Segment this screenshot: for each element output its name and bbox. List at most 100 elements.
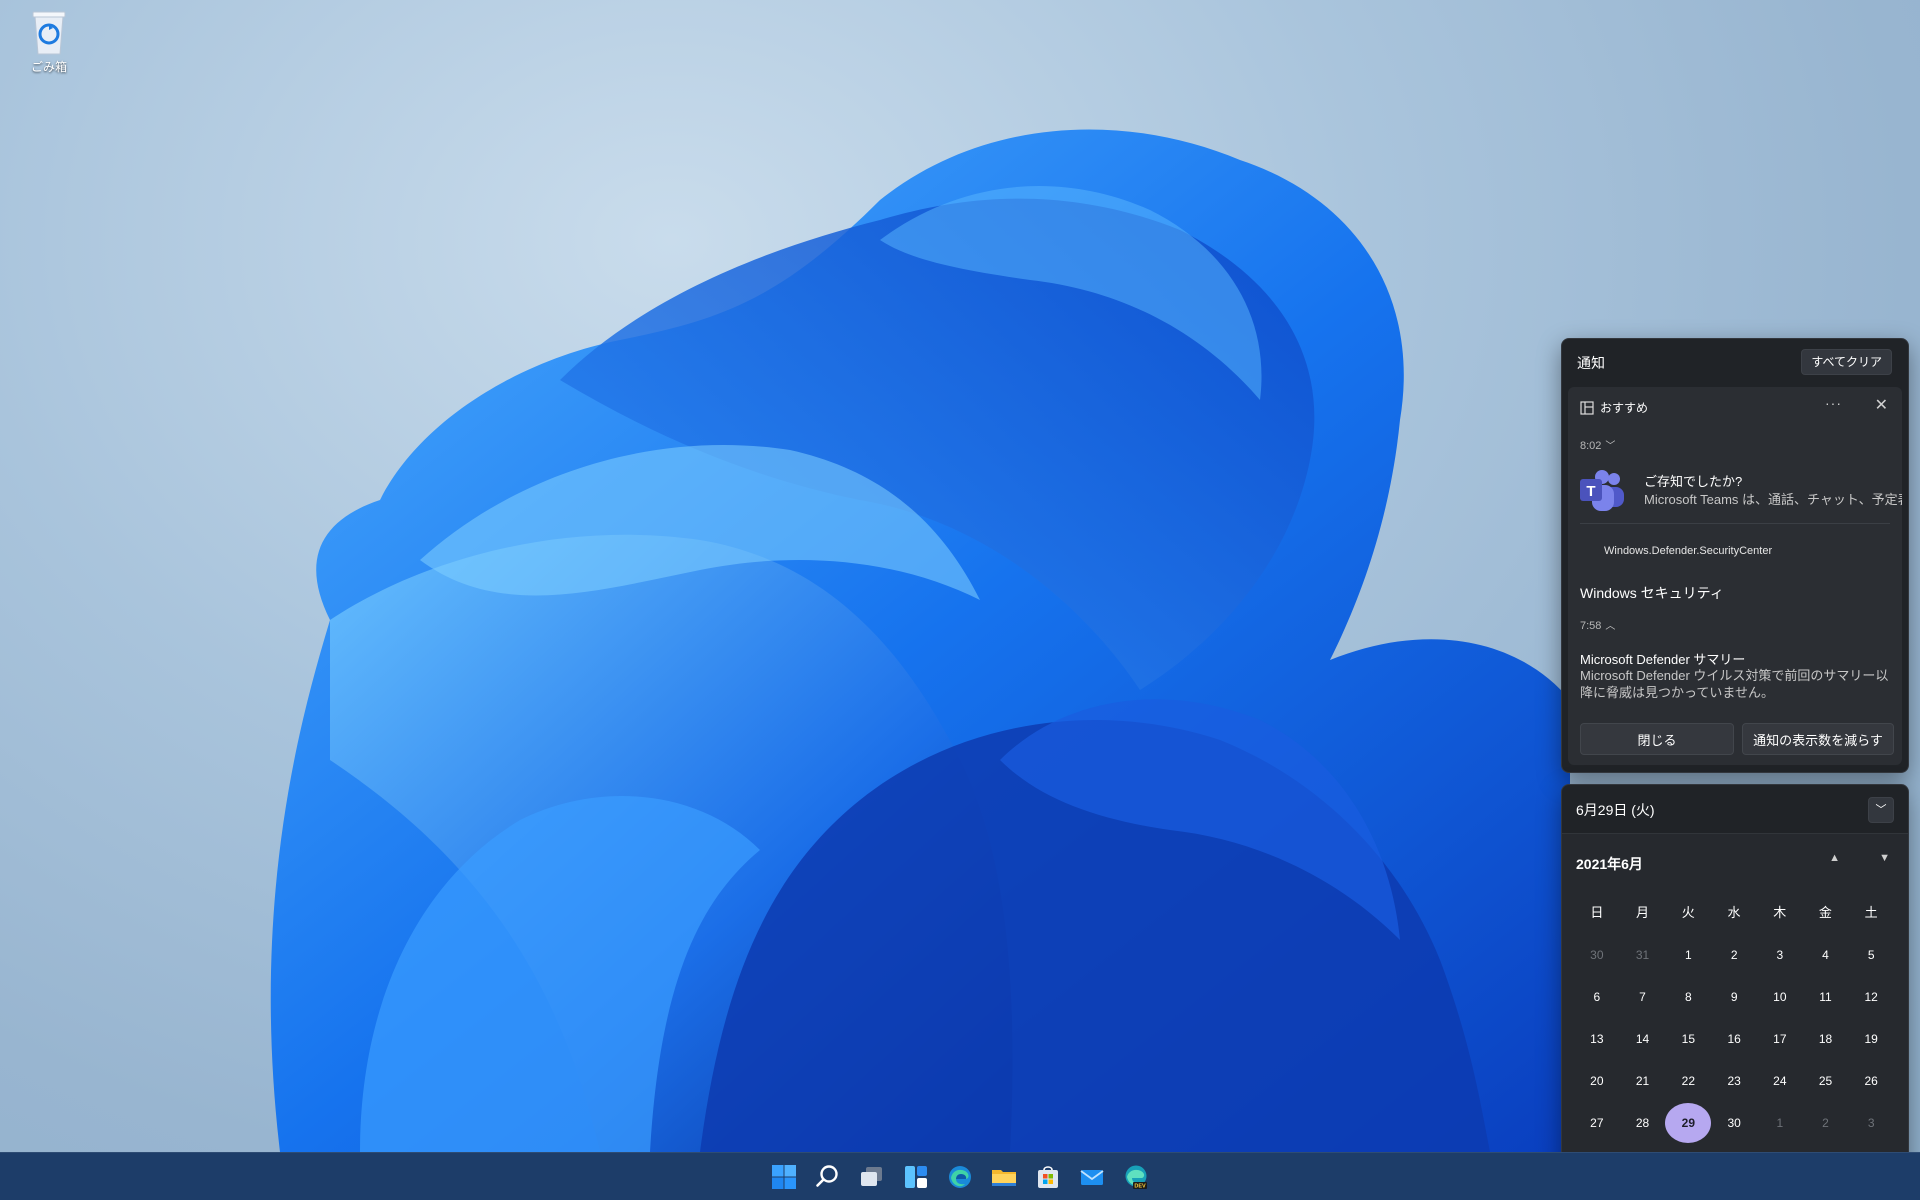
- calendar-body: 2021年6月 ▲ ▼ 日月火水木金土 30 31 1 2 3 4 5 6 7 8 9 10 11 12 1…: [1562, 834, 1908, 1200]
- recycle-bin-icon: [32, 11, 66, 55]
- calendar-day[interactable]: 4: [1803, 934, 1849, 976]
- widgets-button[interactable]: [896, 1157, 936, 1197]
- calendar-day-grid: 30 31 1 2 3 4 5 6 7 8 9 10 11 12 13 14 15 16 17 18 19 20 21 22 2…: [1574, 934, 1894, 1186]
- task-view-icon: [861, 1167, 882, 1186]
- calendar-day[interactable]: 3: [1848, 1102, 1894, 1144]
- widgets-icon: [905, 1166, 927, 1188]
- calendar-day[interactable]: 24: [1757, 1060, 1803, 1102]
- task-view-button[interactable]: [852, 1157, 892, 1197]
- calendar-day[interactable]: 18: [1803, 1018, 1849, 1060]
- search-button[interactable]: [808, 1157, 848, 1197]
- calendar-day[interactable]: 6: [1574, 976, 1620, 1018]
- calendar-day[interactable]: 14: [1620, 1018, 1666, 1060]
- group-label: おすすめ: [1600, 401, 1649, 415]
- calendar-day[interactable]: 16: [1711, 1018, 1757, 1060]
- calendar-day[interactable]: 2: [1803, 1102, 1849, 1144]
- divider: [1580, 523, 1890, 524]
- dismiss-button[interactable]: 閉じる: [1580, 723, 1734, 755]
- edge-dev-button[interactable]: DEV: [1116, 1157, 1156, 1197]
- calendar-day[interactable]: 27: [1574, 1102, 1620, 1144]
- calendar-day[interactable]: 2: [1711, 934, 1757, 976]
- folder-icon: [992, 1170, 1016, 1186]
- mail-button[interactable]: [1072, 1157, 1112, 1197]
- notification-2-title: Microsoft Defender サマリー: [1580, 652, 1746, 667]
- edge-dev-icon: DEV: [1125, 1165, 1147, 1190]
- teams-icon: T: [1580, 470, 1624, 511]
- clear-all-button[interactable]: すべてクリア: [1801, 349, 1892, 375]
- edge-button[interactable]: [940, 1157, 980, 1197]
- more-options-icon[interactable]: ···: [1825, 395, 1842, 411]
- calendar-day[interactable]: 1: [1757, 1102, 1803, 1144]
- calendar-day[interactable]: 8: [1665, 976, 1711, 1018]
- calendar-date-header: 6月29日 (火) ﹀: [1562, 785, 1908, 834]
- calendar-day[interactable]: 12: [1848, 976, 1894, 1018]
- svg-text:DEV: DEV: [1134, 1184, 1146, 1190]
- notification-time-1[interactable]: 8:02 ﹀: [1580, 437, 1615, 452]
- calendar-day[interactable]: 31: [1620, 934, 1666, 976]
- calendar-flyout: 6月29日 (火) ﹀ 2021年6月 ▲ ▼ 日月火水木金土 30 31 1 2 3 4…: [1561, 784, 1909, 1200]
- store-button[interactable]: [1028, 1157, 1068, 1197]
- chevron-down-icon: ﹀: [1875, 804, 1887, 816]
- file-explorer-button[interactable]: [984, 1157, 1024, 1197]
- notification-1-title: ご存知でしたか?: [1644, 474, 1743, 489]
- svg-text:T: T: [1586, 483, 1595, 500]
- calendar-day[interactable]: 15: [1665, 1018, 1711, 1060]
- notification-center: 通知 すべてクリア おすすめ ··· ✕ 8:02 ﹀ T ご存知でしたか? M…: [1561, 338, 1909, 773]
- notification-time-2[interactable]: 7:58 ︿: [1580, 617, 1615, 632]
- taskbar-apps: DEV: [764, 1157, 1156, 1197]
- search-icon: [816, 1165, 838, 1187]
- collapse-calendar-button[interactable]: ﹀: [1868, 797, 1894, 823]
- recycle-bin[interactable]: ごみ箱: [18, 6, 80, 75]
- weekday-label: 木: [1773, 905, 1787, 920]
- weekday-label: 月: [1636, 905, 1650, 920]
- weekday-label: 日: [1590, 905, 1604, 920]
- close-icon[interactable]: ✕: [1875, 395, 1888, 415]
- weekday-label: 金: [1818, 905, 1832, 920]
- calendar-month-label[interactable]: 2021年6月: [1576, 854, 1643, 874]
- app-id-label: Windows.Defender.SecurityCenter: [1604, 545, 1773, 557]
- calendar-day[interactable]: 20: [1574, 1060, 1620, 1102]
- calendar-day[interactable]: 1: [1665, 934, 1711, 976]
- calendar-day[interactable]: 30: [1574, 934, 1620, 976]
- show-fewer-button[interactable]: 通知の表示数を減らす: [1742, 723, 1894, 755]
- chevron-up-icon: ︿: [1605, 621, 1616, 632]
- calendar-day[interactable]: 10: [1757, 976, 1803, 1018]
- calendar-day[interactable]: 5: [1848, 934, 1894, 976]
- calendar-day[interactable]: 23: [1711, 1060, 1757, 1102]
- calendar-day[interactable]: 13: [1574, 1018, 1620, 1060]
- calendar-day[interactable]: 26: [1848, 1060, 1894, 1102]
- calendar-day[interactable]: 28: [1620, 1102, 1666, 1144]
- current-date: 6月29日 (火): [1576, 802, 1655, 818]
- weekday-label: 土: [1864, 905, 1878, 920]
- weekday-label: 火: [1681, 905, 1695, 920]
- taskbar: DEV: [0, 1152, 1920, 1200]
- today-highlight: 29: [1665, 1103, 1712, 1143]
- time-text: 7:58: [1580, 620, 1602, 632]
- calendar-day[interactable]: 17: [1757, 1018, 1803, 1060]
- weekday-label: 水: [1727, 905, 1741, 920]
- calendar-day[interactable]: 11: [1803, 976, 1849, 1018]
- notification-card: おすすめ ··· ✕ 8:02 ﹀ T ご存知でしたか? Microsoft Te…: [1568, 387, 1902, 765]
- store-icon: [1038, 1166, 1058, 1188]
- security-app-header: Windows セキュリティ: [1580, 585, 1724, 601]
- notification-group-header: おすすめ: [1580, 399, 1648, 416]
- calendar-day[interactable]: 9: [1711, 976, 1757, 1018]
- calendar-day[interactable]: 3: [1757, 934, 1803, 976]
- notification-header: 通知 すべてクリア: [1562, 339, 1908, 385]
- calendar-day[interactable]: 30: [1711, 1102, 1757, 1144]
- previous-month-icon[interactable]: ▲: [1829, 852, 1840, 864]
- windows-start-icon: [772, 1165, 796, 1189]
- calendar-day-today[interactable]: 29: [1665, 1102, 1712, 1144]
- start-button[interactable]: [764, 1157, 804, 1197]
- time-text: 8:02: [1580, 440, 1602, 452]
- tips-icon: [1580, 400, 1594, 415]
- calendar-day[interactable]: 25: [1803, 1060, 1849, 1102]
- calendar-day[interactable]: 21: [1620, 1060, 1666, 1102]
- next-month-icon[interactable]: ▼: [1879, 852, 1890, 864]
- calendar-day[interactable]: 19: [1848, 1018, 1894, 1060]
- calendar-day[interactable]: 22: [1665, 1060, 1711, 1102]
- notification-2-body[interactable]: Microsoft Defender ウイルス対策で前回のサマリー以降に脅威は見…: [1580, 667, 1896, 701]
- notification-1-body[interactable]: Microsoft Teams は、通話、チャット、予定表: [1644, 489, 1902, 508]
- calendar-day[interactable]: 7: [1620, 976, 1666, 1018]
- mail-icon: [1080, 1170, 1104, 1185]
